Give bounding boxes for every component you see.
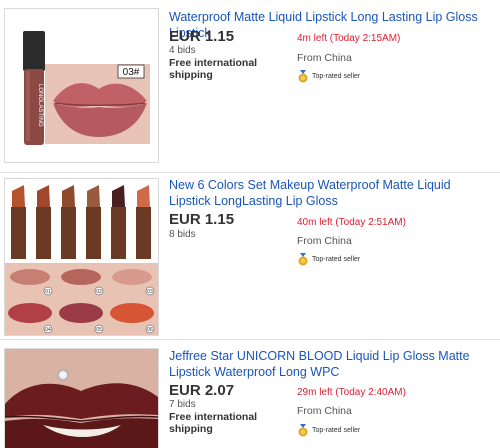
product-image[interactable] [4, 348, 159, 448]
item-origin: From China [297, 405, 352, 417]
bid-count: 7 bids [169, 399, 196, 410]
swatch-number: 04 [45, 327, 51, 333]
bid-count: 8 bids [169, 229, 196, 240]
shipping-info: Free international shipping [169, 57, 258, 81]
shipping-info: Free international shipping [169, 411, 258, 435]
listing-item: Jeffree Star UNICORN BLOOD Liquid Lip Gl… [0, 340, 500, 448]
swatch-number: 03 [147, 289, 153, 295]
product-image[interactable]: LONGLASTING 03# [4, 8, 159, 163]
bid-count: 4 bids [169, 45, 196, 56]
seller-badge-label: Top-rated seller [312, 73, 361, 80]
swatch-number: 01 [45, 289, 51, 295]
seller-badge-label: Top-rated seller [312, 256, 361, 263]
brand-text: LONGLASTING [37, 84, 43, 127]
medal-icon [298, 70, 308, 83]
item-origin: From China [297, 52, 352, 64]
top-rated-seller-badge: Top-rated seller [297, 253, 360, 266]
listing-title-link[interactable]: Jeffree Star UNICORN BLOOD Liquid Lip Gl… [169, 348, 494, 380]
time-left: 29m left (Today 2:40AM) [297, 387, 406, 398]
swatch-number: 06 [147, 327, 153, 333]
product-image[interactable]: 01 02 03 04 05 06 [4, 178, 159, 336]
swatch-number: 05 [96, 327, 102, 333]
listing-title-link[interactable]: New 6 Colors Set Makeup Waterproof Matte… [169, 177, 494, 209]
swatch-number: 02 [96, 289, 102, 295]
top-rated-seller-badge: Top-rated seller [297, 70, 360, 83]
price: EUR 1.15 [169, 211, 235, 228]
shade-number: 03# [123, 67, 140, 78]
time-left: 40m left (Today 2:51AM) [297, 217, 406, 228]
listing-item: 01 02 03 04 05 06 New 6 Colors Set Makeu… [0, 173, 500, 339]
price: EUR 2.07 [169, 382, 235, 399]
price: EUR 1.15 [169, 28, 235, 45]
medal-icon [298, 424, 308, 437]
time-left: 4m left (Today 2:15AM) [297, 33, 401, 44]
seller-badge-label: Top-rated seller [312, 427, 361, 434]
medal-icon [298, 253, 308, 266]
item-origin: From China [297, 235, 352, 247]
top-rated-seller-badge: Top-rated seller [297, 424, 360, 437]
listing-item: LONGLASTING 03# Waterproof Matte Liquid … [0, 0, 500, 172]
